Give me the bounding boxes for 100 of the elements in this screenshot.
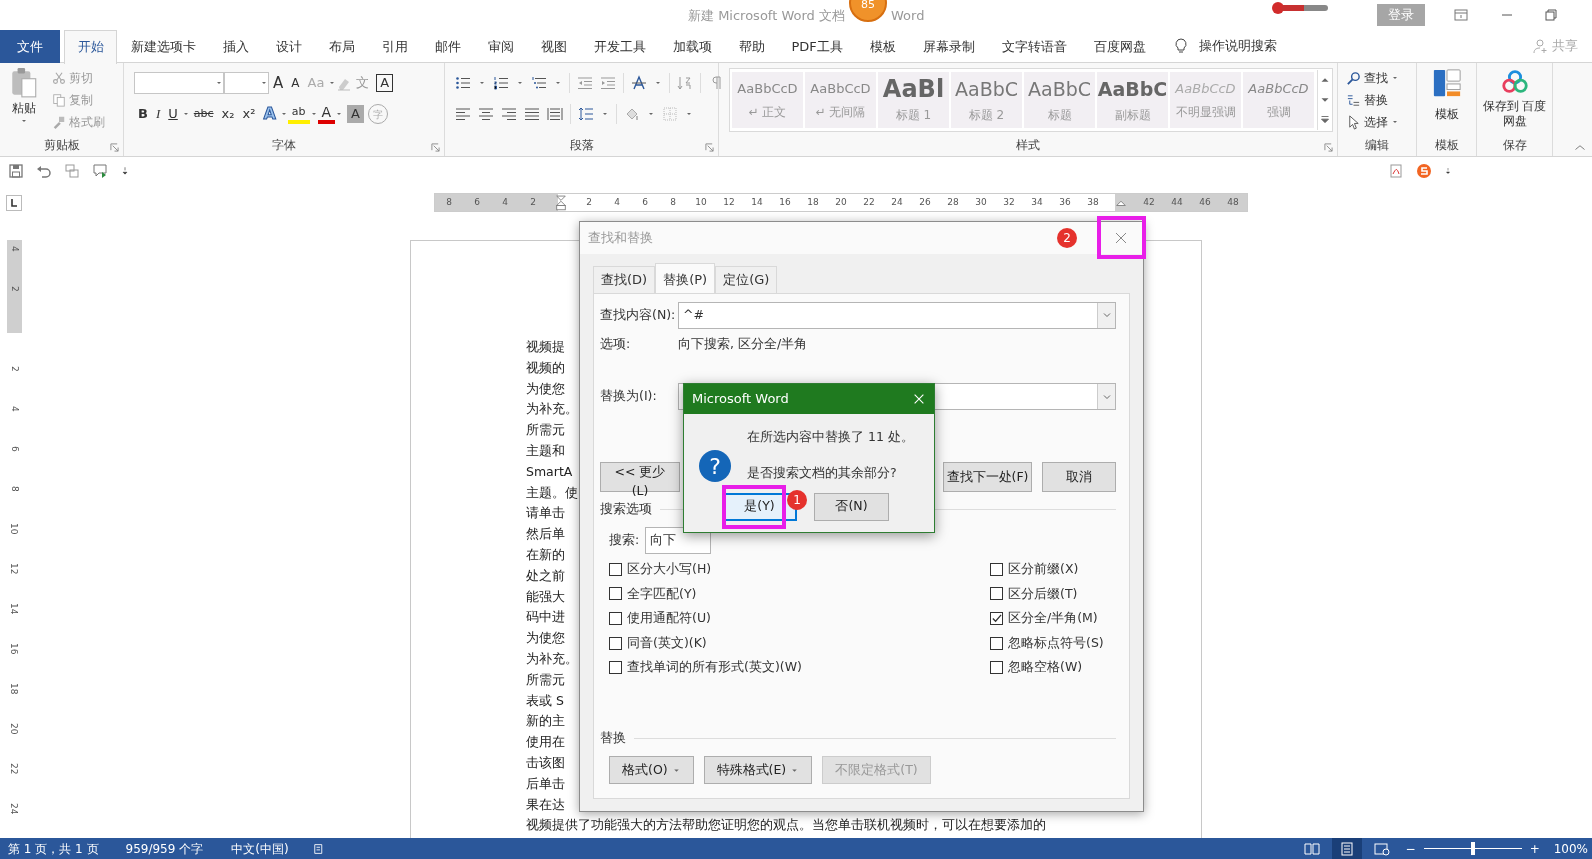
format-button[interactable]: 格式(O) (609, 756, 694, 784)
zoom-level[interactable]: 100% (1553, 839, 1588, 858)
status-item[interactable]: 第 1 页，共 1 页 (8, 839, 99, 858)
checkbox[interactable] (990, 587, 1003, 601)
character-border-button[interactable]: A (376, 74, 394, 92)
format-button[interactable]: 特殊格式(E) (703, 756, 813, 784)
brush-icon[interactable] (52, 115, 66, 129)
ribbon-tab[interactable]: 文字转语音 (988, 29, 1081, 63)
style-gallery-item[interactable]: AaBbC 副标题 (1097, 72, 1168, 128)
save-to-cloud-button[interactable]: 保存到 百度网盘 (1482, 99, 1547, 129)
ribbon-tab[interactable]: 开发工具 (580, 29, 659, 63)
ribbon-tab[interactable]: 审阅 (474, 29, 527, 63)
zoom-slider-thumb[interactable] (1470, 842, 1475, 855)
ribbon-tab[interactable]: 引用 (368, 29, 421, 63)
pdf-icon[interactable] (1388, 163, 1404, 179)
copy-icon[interactable] (52, 93, 66, 107)
paste-clipboard-icon[interactable] (9, 67, 39, 99)
checkbox[interactable] (990, 562, 1003, 576)
checkbox[interactable] (609, 636, 622, 650)
checkbox[interactable] (990, 636, 1003, 650)
replace-icon[interactable] (1346, 92, 1361, 108)
sort-icon[interactable] (677, 74, 693, 91)
zoom-in-button[interactable]: + (1529, 839, 1540, 858)
input-method-icon[interactable] (1416, 163, 1432, 179)
template-button[interactable]: 模板 (1434, 105, 1459, 123)
find-combo-field[interactable]: ^# (678, 301, 1116, 329)
comment-icon[interactable] (92, 163, 108, 179)
checkbox[interactable] (990, 661, 1003, 675)
lightbulb-icon[interactable] (1173, 38, 1190, 54)
caret-icon[interactable] (1391, 118, 1399, 126)
checkbox[interactable] (609, 587, 622, 601)
align-left-icon[interactable] (455, 105, 471, 122)
close-icon[interactable] (912, 392, 926, 406)
ribbon-tab[interactable]: 新建选项卡 (117, 29, 209, 63)
tell-me-search[interactable]: 操作说明搜索 (1199, 36, 1278, 56)
ribbon-tab[interactable]: 邮件 (421, 29, 474, 63)
ribbon-tab[interactable]: 布局 (315, 29, 368, 63)
dialog-launcher-icon[interactable] (1324, 143, 1333, 152)
caret-icon[interactable] (335, 110, 344, 118)
template-icon[interactable] (1431, 67, 1462, 99)
justify-icon[interactable] (524, 105, 540, 122)
checkbox[interactable] (990, 612, 1003, 625)
ribbon-tab[interactable]: 模板 (856, 29, 910, 63)
increase-indent-icon[interactable] (600, 74, 616, 91)
scissors-icon[interactable] (52, 71, 66, 85)
ribbon-tab[interactable]: 开始 (64, 29, 117, 64)
bold-button[interactable]: B (134, 102, 152, 126)
indent-marker-icon[interactable] (555, 194, 567, 211)
align-center-icon[interactable] (478, 105, 494, 122)
search-direction-dropdown[interactable]: 向下 (645, 527, 711, 554)
numbered-list-icon[interactable] (493, 74, 509, 91)
dialog-button[interactable]: 查找下一处(F) (943, 462, 1032, 493)
cloud-icon[interactable] (1499, 67, 1530, 95)
read-mode-icon[interactable] (1303, 840, 1320, 857)
line-spacing-icon[interactable] (578, 105, 594, 122)
strikethrough-button[interactable]: abc (189, 102, 218, 126)
checkbox-label[interactable]: 忽略空格(W) (1008, 658, 1083, 678)
checkbox-label[interactable]: 区分前缀(X) (1008, 559, 1079, 579)
ribbon-tab[interactable]: 插入 (209, 29, 262, 63)
dialog-launcher-icon[interactable] (110, 143, 119, 152)
file-tab[interactable]: 文件 (0, 29, 60, 63)
style-gallery-item[interactable]: AaBbC 标题 (1024, 72, 1095, 128)
status-item[interactable]: 中文(中国) (231, 839, 289, 858)
caret-icon[interactable] (20, 117, 28, 125)
checkbox-label[interactable]: 区分大小写(H) (627, 559, 712, 579)
checkbox-label[interactable]: 全字匹配(Y) (627, 584, 697, 604)
editing-action[interactable]: 选择 (1364, 113, 1388, 131)
paste-button[interactable]: 粘贴 (12, 99, 36, 117)
superscript-button[interactable]: x² (238, 102, 260, 126)
bullet-list-icon[interactable] (455, 74, 471, 91)
print-layout-icon[interactable] (1338, 840, 1355, 857)
ribbon-display-icon[interactable] (1453, 7, 1470, 23)
align-right-icon[interactable] (501, 105, 517, 122)
grow-font-button[interactable]: A (269, 71, 288, 95)
caret-icon[interactable] (328, 79, 337, 87)
ribbon-tab[interactable]: 百度网盘 (1080, 29, 1160, 63)
decrease-indent-icon[interactable] (577, 74, 593, 91)
caret-icon[interactable] (260, 79, 268, 87)
text-direction-icon[interactable] (631, 74, 647, 91)
checkbox[interactable] (609, 661, 622, 675)
underline-button[interactable]: U (164, 102, 182, 126)
share-person-icon[interactable] (1533, 38, 1549, 54)
ribbon-tab[interactable]: 视图 (527, 29, 580, 63)
ribbon-tab[interactable]: 加载项 (659, 29, 725, 63)
search-icon[interactable] (1346, 70, 1361, 86)
caret-icon[interactable] (215, 79, 223, 87)
checkbox[interactable] (609, 562, 622, 576)
italic-button[interactable]: I (151, 102, 165, 126)
close-icon[interactable] (1113, 230, 1129, 246)
dialog-launcher-icon[interactable] (705, 143, 714, 152)
dialog-button[interactable]: 取消 (1042, 462, 1116, 493)
checkbox[interactable] (609, 612, 622, 625)
ribbon-tab[interactable]: PDF工具 (778, 29, 857, 63)
customize-toolbar-icon[interactable] (120, 165, 130, 177)
touch-mode-icon[interactable] (64, 163, 80, 179)
highlight-button[interactable]: ab (287, 104, 310, 124)
tab-selector-icon[interactable] (6, 195, 22, 211)
shrink-font-button[interactable]: A (287, 71, 304, 95)
dialog-tab[interactable]: 替换(P) (655, 263, 716, 293)
restore-icon[interactable] (1543, 7, 1560, 23)
